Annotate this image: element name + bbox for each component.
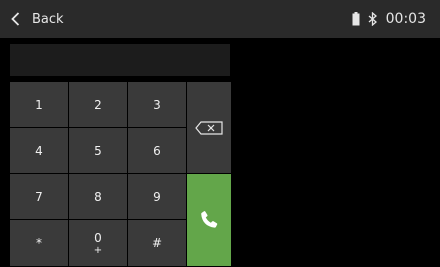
bluetooth-icon <box>368 12 377 26</box>
key-label: 3 <box>153 97 161 112</box>
key-9[interactable]: 9 <box>128 174 186 219</box>
key-label: 4 <box>35 143 43 158</box>
key-0[interactable]: 0 + <box>69 220 127 266</box>
key-hash[interactable]: # <box>128 220 186 266</box>
status-bar: Back 00:03 <box>0 0 440 38</box>
key-3[interactable]: 3 <box>128 82 186 127</box>
key-label: 2 <box>94 97 102 112</box>
key-label: # <box>151 236 163 250</box>
key-label: 1 <box>35 97 43 112</box>
backspace-button[interactable] <box>187 82 231 173</box>
status-indicators: 00:03 <box>352 0 426 38</box>
key-label: 5 <box>94 143 102 158</box>
key-4[interactable]: 4 <box>10 128 68 173</box>
key-label: 8 <box>94 189 102 204</box>
key-7[interactable]: 7 <box>10 174 68 219</box>
key-label: 6 <box>153 143 161 158</box>
key-6[interactable]: 6 <box>128 128 186 173</box>
phone-icon <box>201 211 218 228</box>
key-2[interactable]: 2 <box>69 82 127 127</box>
key-label: 7 <box>35 189 43 204</box>
key-5[interactable]: 5 <box>69 128 127 173</box>
keypad: 1 2 3 4 5 6 7 8 9 * 0 + # <box>10 82 231 266</box>
back-button[interactable]: Back <box>0 0 74 38</box>
back-label: Back <box>32 11 64 27</box>
clock-time: 00:03 <box>385 11 426 27</box>
key-label: * <box>36 236 42 250</box>
key-8[interactable]: 8 <box>69 174 127 219</box>
key-label: 9 <box>153 189 161 204</box>
call-button[interactable] <box>187 174 231 266</box>
key-star[interactable]: * <box>10 220 68 266</box>
back-chevron-icon <box>11 12 20 26</box>
key-sublabel: + <box>93 245 103 256</box>
key-1[interactable]: 1 <box>10 82 68 127</box>
dialer-screen: Back 00:03 1 2 3 4 5 6 7 8 9 * 0 + # <box>0 0 440 267</box>
key-label: 0 <box>94 231 102 245</box>
battery-icon <box>352 12 360 26</box>
backspace-icon <box>195 120 223 135</box>
number-display <box>10 44 230 76</box>
